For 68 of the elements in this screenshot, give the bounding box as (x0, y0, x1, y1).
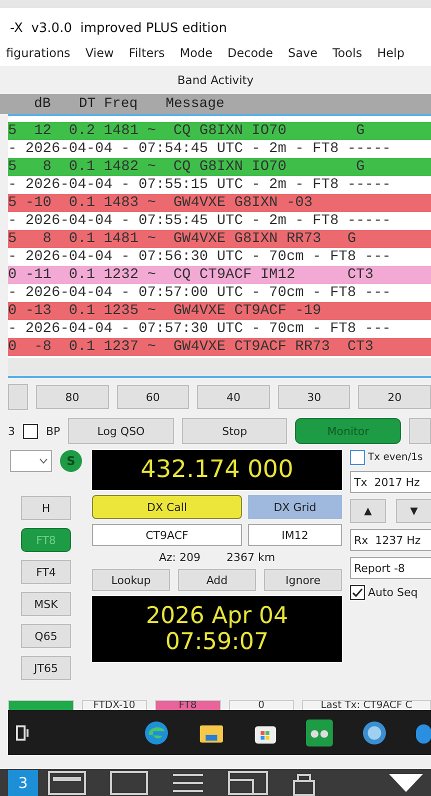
arrow-button[interactable]: ▲ (350, 499, 386, 523)
dx-grid-button[interactable]: DX Grid (248, 495, 342, 519)
menu-item[interactable]: Decode (227, 46, 274, 60)
mode-button[interactable]: FT4 (21, 560, 71, 584)
mode-button[interactable]: Q65 (21, 624, 71, 648)
decode-row[interactable]: 5 -10 0.1 1483 ~ GW4VXE G8IXN -03 (8, 194, 431, 212)
panel-title: Band Activity (177, 73, 254, 87)
band-button[interactable]: 60 (116, 385, 190, 409)
chevron-down-icon (39, 458, 48, 464)
status-badge: S (60, 450, 82, 472)
column-header: dB (34, 96, 51, 112)
report-field[interactable]: Report -8 (350, 557, 431, 579)
mode-button[interactable]: H (21, 496, 71, 520)
window-title: -X v3.0.0 improved PLUS edition (10, 21, 227, 36)
checkbox-label: Tx even/1s (368, 452, 423, 463)
action-button[interactable]: Log QSO (68, 418, 174, 444)
dx-grid-field[interactable]: IM12 (248, 524, 342, 546)
menu-item[interactable]: Save (288, 46, 318, 60)
triangle-down-icon[interactable] (389, 774, 423, 792)
keyboard-icon[interactable] (48, 770, 86, 794)
list-icon[interactable] (172, 772, 204, 794)
clock-display: 2026 Apr 04 07:59:07 (92, 596, 342, 662)
column-header: Message (166, 96, 224, 112)
rx-frequency-field[interactable]: Rx 1237 Hz (350, 529, 431, 551)
browser-icon[interactable] (143, 718, 170, 746)
frequency-display: 432.174 000 (92, 450, 342, 490)
menu-item[interactable]: View (85, 46, 114, 60)
globe-icon[interactable] (360, 718, 388, 746)
screen-icon[interactable] (110, 770, 148, 794)
decode-row[interactable]: 0 -13 0.1 1235 ~ GW4VXE CT9ACF -19 (8, 302, 431, 320)
mode-button[interactable]: MSK (21, 592, 71, 616)
decode-row[interactable]: 0 -8 0.1 1237 ~ GW4VXE CT9ACF RR73 CT3 (8, 338, 431, 356)
dx-call-button[interactable]: DX Call (92, 495, 242, 519)
azimuth-text: Az: 209 (158, 551, 200, 564)
decode-row[interactable]: 0 -11 0.1 1232 ~ CQ CT9ACF IM12 CT3 (8, 266, 431, 284)
menu-item[interactable]: Filters (128, 46, 165, 60)
desktop-number-badge: 3 (8, 770, 38, 796)
checkbox-label: Auto Seq (368, 586, 418, 599)
band-button[interactable]: 80 (36, 385, 109, 409)
window-icon[interactable] (228, 770, 268, 794)
menu-item[interactable]: Mode (180, 46, 212, 60)
binoculars-icon[interactable] (306, 718, 333, 746)
menu-item[interactable]: Help (377, 46, 404, 60)
band-button[interactable]: 20 (358, 385, 431, 409)
menu-item[interactable]: Tools (332, 46, 362, 60)
auto-seq-checkbox[interactable] (350, 585, 365, 600)
label-text: 3 (8, 424, 15, 438)
decode-row[interactable]: 5 8 0.1 1482 ~ CQ G8IXN IO70 G (8, 158, 431, 176)
dropdown-field[interactable] (10, 450, 52, 472)
decode-row[interactable]: 5 8 0.1 1481 ~ GW4VXE G8IXN RR73 G (8, 230, 431, 248)
task-view-icon[interactable] (16, 722, 30, 742)
band-button[interactable]: 40 (197, 385, 270, 409)
dx-call-field[interactable]: CT9ACF (92, 524, 242, 546)
column-header: DT Freq (78, 96, 138, 112)
lookup-button[interactable]: Add (178, 569, 256, 591)
action-button[interactable]: Stop (182, 418, 288, 444)
mode-button[interactable]: JT65 (21, 656, 71, 680)
band-button[interactable]: 30 (278, 385, 350, 409)
lookup-button[interactable]: Lookup (92, 569, 170, 591)
distance-text: 2367 km (226, 551, 276, 564)
checkbox-label: BP (46, 424, 60, 438)
tx-frequency-field[interactable]: Tx 2017 Hz (350, 471, 431, 493)
menu-item[interactable]: figurations (6, 46, 70, 60)
arrow-button[interactable]: ▼ (396, 499, 431, 523)
tx-even-checkbox[interactable] (350, 450, 365, 465)
lookup-button[interactable]: Ignore (264, 569, 342, 591)
decode-row[interactable]: 5 12 0.2 1481 ~ CQ G8IXN IO70 G (8, 122, 431, 140)
bp-checkbox[interactable] (23, 424, 38, 438)
